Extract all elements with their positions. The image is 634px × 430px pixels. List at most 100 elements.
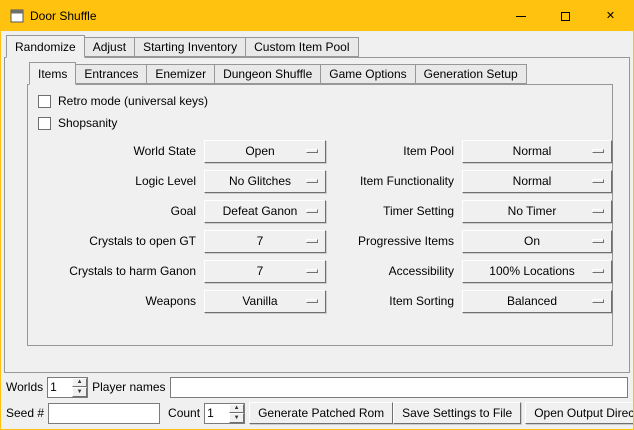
accessibility-dropdown[interactable]: 100% Locations [462, 260, 612, 283]
progressive-items-value: On [524, 234, 540, 248]
logic-level-dropdown[interactable]: No Glitches [204, 170, 326, 193]
window-titlebar: Door Shuffle ✕ [1, 1, 633, 31]
item-pool-label: Item Pool [334, 144, 454, 158]
goal-dropdown[interactable]: Defeat Ganon [204, 200, 326, 223]
optionmenu-indicator-icon [592, 149, 604, 153]
progressive-items-label: Progressive Items [334, 234, 454, 248]
player-names-input[interactable] [170, 377, 629, 398]
weapons-label: Weapons [36, 294, 196, 308]
seed-label: Seed # [6, 406, 44, 420]
window-title: Door Shuffle [30, 9, 97, 23]
optionmenu-indicator-icon [306, 299, 318, 303]
maximize-icon [561, 12, 570, 21]
accessibility-value: 100% Locations [489, 264, 574, 278]
item-pool-value: Normal [513, 144, 552, 158]
shopsanity-checkbox-row[interactable]: Shopsanity [38, 112, 612, 134]
optionmenu-indicator-icon [306, 209, 318, 213]
tab-dungeon-shuffle[interactable]: Dungeon Shuffle [214, 64, 321, 84]
settings-notebook: Items Entrances Enemizer Dungeon Shuffle… [27, 62, 613, 346]
item-functionality-dropdown[interactable]: Normal [462, 170, 612, 193]
optionmenu-indicator-icon [306, 149, 318, 153]
shopsanity-label: Shopsanity [58, 116, 117, 130]
weapons-value: Vanilla [242, 294, 277, 308]
worlds-row: Worlds ▲ ▼ Player names [6, 376, 628, 398]
worlds-spin-arrows: ▲ ▼ [72, 378, 87, 397]
optionmenu-indicator-icon [592, 179, 604, 183]
app-icon [9, 8, 25, 24]
item-sorting-label: Item Sorting [334, 294, 454, 308]
main-notebook: Randomize Adjust Starting Inventory Cust… [4, 35, 630, 373]
tab-game-options[interactable]: Game Options [320, 64, 415, 84]
optionmenu-indicator-icon [306, 269, 318, 273]
spin-down-button[interactable]: ▼ [72, 387, 87, 397]
tab-items[interactable]: Items [29, 62, 76, 85]
optionmenu-indicator-icon [306, 179, 318, 183]
item-functionality-value: Normal [513, 174, 552, 188]
close-button[interactable]: ✕ [588, 1, 633, 31]
timer-setting-value: No Timer [508, 204, 557, 218]
crystals-open-gt-value: 7 [257, 234, 264, 248]
item-functionality-label: Item Functionality [334, 174, 454, 188]
item-sorting-dropdown[interactable]: Balanced [462, 290, 612, 313]
goal-value: Defeat Ganon [223, 204, 298, 218]
tab-starting-inventory[interactable]: Starting Inventory [134, 37, 246, 57]
spin-up-button[interactable]: ▲ [72, 378, 87, 388]
count-input[interactable] [205, 404, 229, 423]
crystals-harm-ganon-label: Crystals to harm Ganon [36, 264, 196, 278]
tab-enemizer[interactable]: Enemizer [146, 64, 215, 84]
tab-adjust[interactable]: Adjust [84, 37, 135, 57]
tab-randomize[interactable]: Randomize [6, 35, 85, 58]
optionmenu-indicator-icon [592, 239, 604, 243]
world-state-label: World State [36, 144, 196, 158]
minimize-button[interactable] [498, 1, 543, 31]
world-state-dropdown[interactable]: Open [204, 140, 326, 163]
bottom-controls: Worlds ▲ ▼ Player names Seed # Count ▲ [6, 376, 628, 424]
randomize-pane: Items Entrances Enemizer Dungeon Shuffle… [4, 57, 630, 373]
main-tab-row: Randomize Adjust Starting Inventory Cust… [4, 35, 630, 58]
seed-input[interactable] [48, 403, 160, 424]
count-spin-arrows: ▲ ▼ [229, 404, 244, 423]
save-settings-button[interactable]: Save Settings to File [393, 402, 521, 424]
world-state-value: Open [245, 144, 274, 158]
retro-mode-label: Retro mode (universal keys) [58, 94, 208, 108]
optionmenu-indicator-icon [592, 209, 604, 213]
optionmenu-indicator-icon [592, 299, 604, 303]
worlds-input[interactable] [48, 378, 72, 397]
shopsanity-checkbox[interactable] [38, 117, 51, 130]
count-label: Count [168, 406, 200, 420]
app-window: Door Shuffle ✕ Randomize Adjust Starting… [0, 0, 634, 430]
accessibility-label: Accessibility [334, 264, 454, 278]
item-pool-dropdown[interactable]: Normal [462, 140, 612, 163]
weapons-dropdown[interactable]: Vanilla [204, 290, 326, 313]
crystals-harm-ganon-dropdown[interactable]: 7 [204, 260, 326, 283]
logic-level-value: No Glitches [229, 174, 291, 188]
timer-setting-dropdown[interactable]: No Timer [462, 200, 612, 223]
maximize-button[interactable] [543, 1, 588, 31]
open-output-directory-button[interactable]: Open Output Directory [525, 402, 634, 424]
generate-patched-rom-button[interactable]: Generate Patched Rom [249, 402, 393, 424]
worlds-spinner[interactable]: ▲ ▼ [47, 377, 88, 398]
count-spinner[interactable]: ▲ ▼ [204, 403, 245, 424]
retro-mode-checkbox-row[interactable]: Retro mode (universal keys) [38, 90, 612, 112]
logic-level-label: Logic Level [36, 174, 196, 188]
tab-generation-setup[interactable]: Generation Setup [415, 64, 527, 84]
timer-setting-label: Timer Setting [334, 204, 454, 218]
goal-label: Goal [36, 204, 196, 218]
worlds-label: Worlds [6, 380, 43, 394]
seed-row: Seed # Count ▲ ▼ Generate Patched Rom Sa… [6, 402, 628, 424]
progressive-items-dropdown[interactable]: On [462, 230, 612, 253]
crystals-open-gt-dropdown[interactable]: 7 [204, 230, 326, 253]
tab-entrances[interactable]: Entrances [75, 64, 147, 84]
spin-down-button[interactable]: ▼ [229, 413, 244, 423]
tab-custom-item-pool[interactable]: Custom Item Pool [245, 37, 358, 57]
crystals-harm-ganon-value: 7 [257, 264, 264, 278]
retro-mode-checkbox[interactable] [38, 95, 51, 108]
spin-up-button[interactable]: ▲ [229, 404, 244, 414]
item-sorting-value: Balanced [507, 294, 557, 308]
optionmenu-indicator-icon [592, 269, 604, 273]
settings-tab-row: Items Entrances Enemizer Dungeon Shuffle… [27, 62, 613, 85]
close-icon: ✕ [606, 11, 615, 22]
minimize-icon [516, 16, 526, 17]
optionmenu-indicator-icon [306, 239, 318, 243]
options-grid: World State Open Item Pool Normal Logic … [36, 136, 612, 316]
